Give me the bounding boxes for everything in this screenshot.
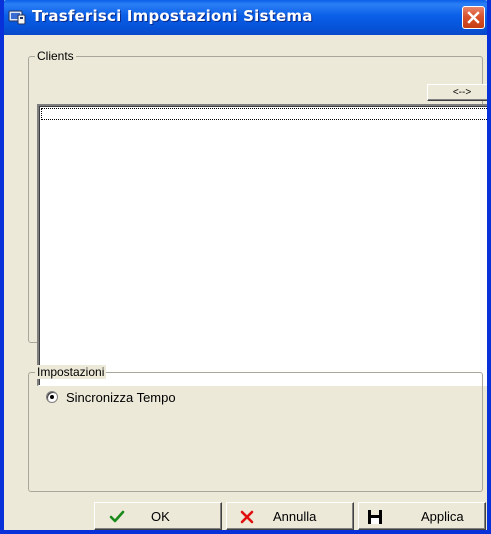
clients-group: Clients <-->: [28, 49, 487, 386]
apply-label: Applica: [421, 509, 464, 524]
ok-label: OK: [151, 509, 170, 524]
ok-button[interactable]: OK: [94, 502, 222, 530]
clients-list[interactable]: [37, 104, 487, 386]
sync-time-label: Sincronizza Tempo: [66, 390, 176, 405]
cancel-label: Annulla: [273, 509, 317, 524]
list-focus-row[interactable]: [41, 108, 487, 120]
cancel-button[interactable]: Annulla: [226, 502, 354, 530]
sync-time-radio[interactable]: [46, 391, 58, 403]
close-button[interactable]: [462, 6, 485, 29]
radio-selected-dot: [50, 395, 54, 399]
title-bar[interactable]: Trasferisci Impostazioni Sistema: [4, 0, 487, 35]
window-title: Trasferisci Impostazioni Sistema: [32, 7, 313, 25]
clients-group-label: Clients: [35, 49, 76, 63]
swap-button[interactable]: <-->: [427, 84, 487, 101]
x-icon: [239, 509, 255, 525]
close-icon: [467, 11, 480, 24]
settings-group-label: Impostazioni: [35, 365, 107, 379]
floppy-disk-icon: [367, 509, 383, 525]
dialog-window: Trasferisci Impostazioni Sistema Clients…: [0, 0, 491, 534]
app-icon: [8, 9, 26, 25]
apply-button[interactable]: Applica: [358, 502, 486, 530]
checkmark-icon: [109, 509, 125, 525]
